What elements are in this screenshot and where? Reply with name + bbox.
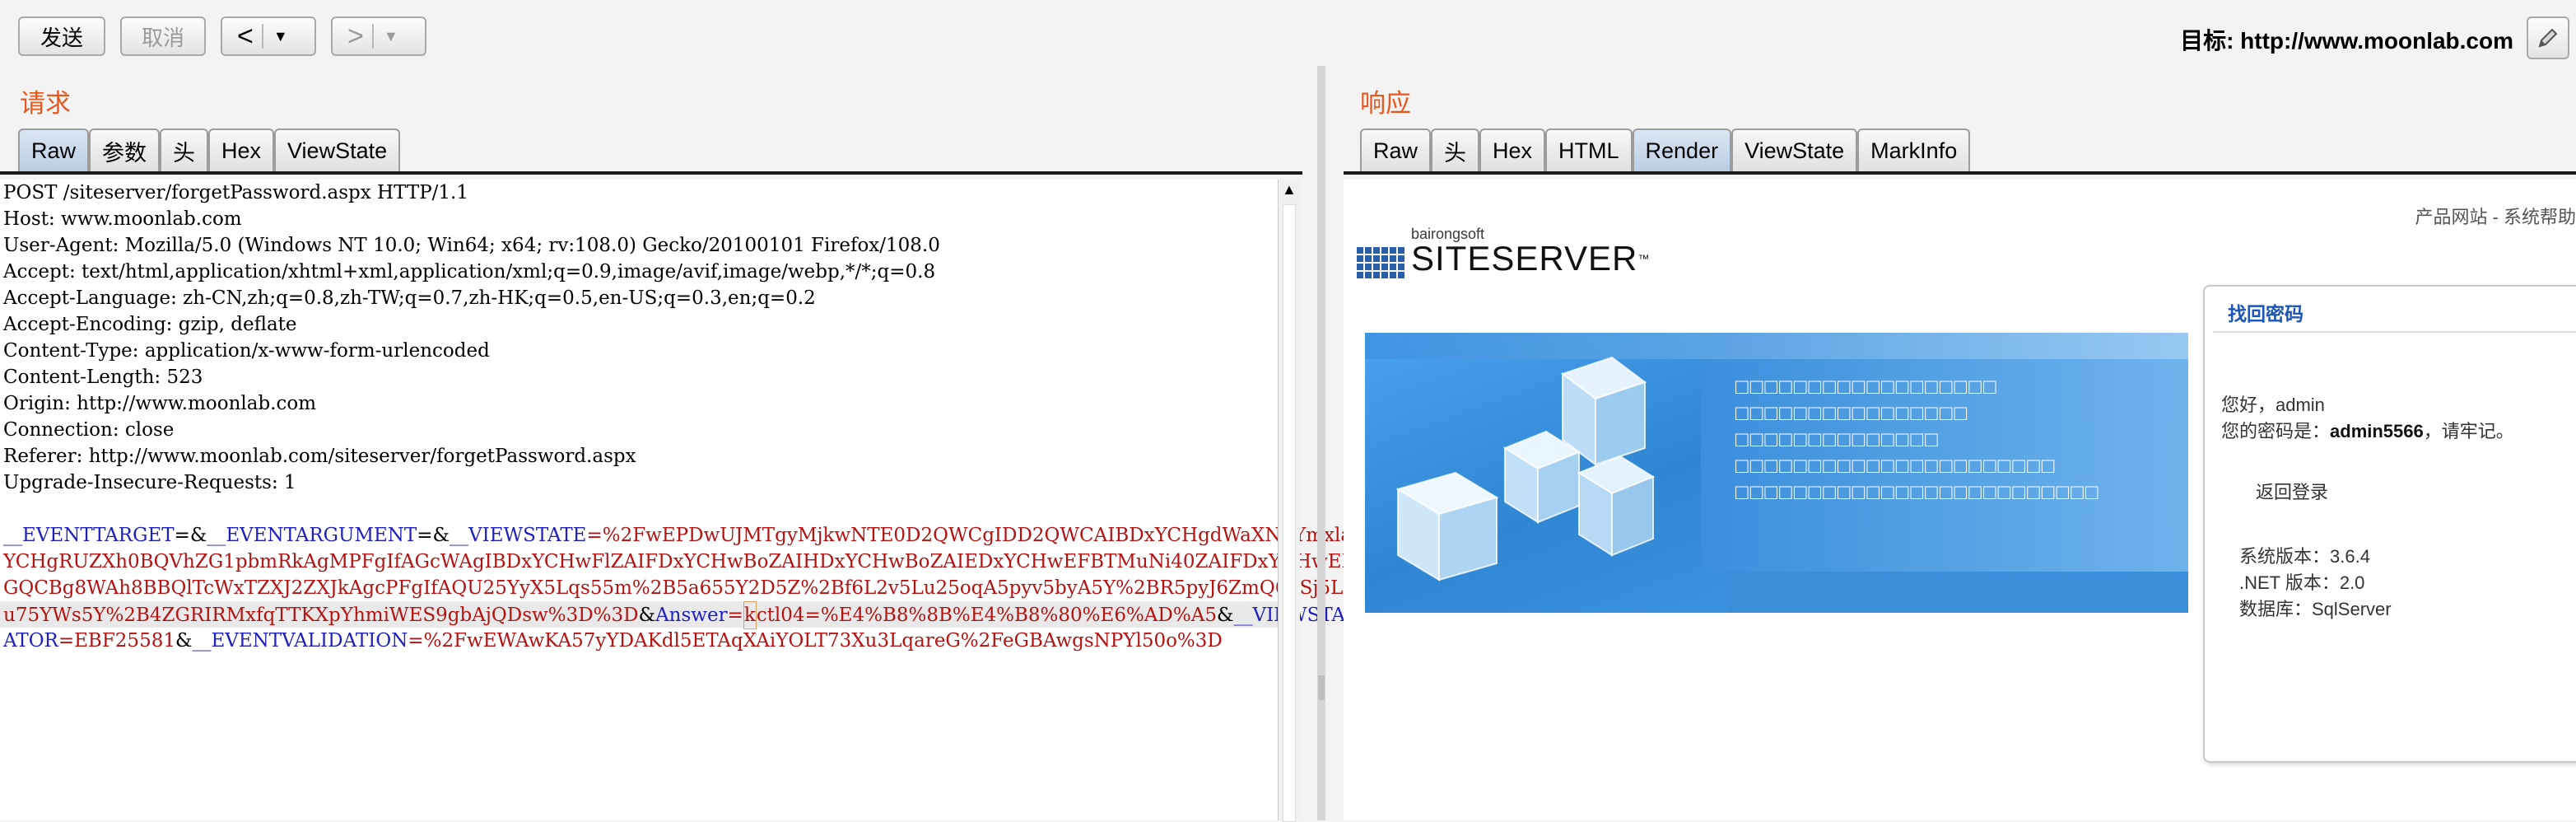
param-name: ATOR	[3, 630, 58, 652]
password-prefix: 您的密码是：	[2221, 421, 2331, 441]
header-line: Accept-Language: zh-CN,zh;q=0.8,zh-TW;q=…	[3, 287, 816, 309]
divider-grip[interactable]	[1318, 675, 1325, 700]
edit-target-button[interactable]	[2527, 16, 2569, 59]
send-button[interactable]: 发送	[18, 16, 105, 56]
panel-divider	[2213, 331, 2576, 333]
param-name: __EVENTVALIDATION	[192, 630, 408, 652]
tab-viewstate[interactable]: ViewState	[274, 128, 401, 171]
banner-text: □□□□□□□□□□□□□□□□□□□□□□	[1735, 453, 2057, 478]
param-value: u75YWs5Y%2B4ZGRIRMxfqTTKXpYhmiWES9gbAjQD…	[3, 605, 639, 626]
system-version: 系统版本：3.6.4	[2239, 546, 2370, 567]
database-info: 数据库：SqlServer	[2239, 599, 2392, 619]
password-line: 您的密码是：admin5566，请牢记。	[2221, 417, 2514, 443]
body-line: GQCBg8WAh8BBQlTcWxTZXJ2ZXJkAgcPFgIfAQU25…	[3, 577, 1344, 599]
banner-right	[1701, 333, 2188, 572]
header-line: Accept: text/html,application/xhtml+xml,…	[3, 261, 936, 283]
siteserver-logo: bairongsoft SITESERVER™	[1357, 226, 1650, 278]
target-label: 目标: http://www.moonlab.com	[2180, 28, 2513, 54]
forward-button[interactable]: > ▼	[331, 16, 426, 56]
param-value: =%2FwEWAwKA57yYDAKdl5ETAqXAiYOLT73Xu3Lqa…	[408, 630, 1223, 652]
header-line: Connection: close	[3, 419, 175, 441]
body-line: ATOR=EBF25581&__EVENTVALIDATION=%2FwEWAw…	[3, 628, 1223, 654]
separator: =&	[417, 525, 450, 546]
tab-viewstate[interactable]: ViewState	[1731, 128, 1858, 171]
scroll-up-icon[interactable]: ▲	[1282, 181, 1297, 198]
trademark: ™	[1637, 252, 1651, 265]
param-name: __EVENTTARGET	[3, 525, 175, 546]
request-scrollbar[interactable]: ▲	[1278, 180, 1300, 822]
tab-html[interactable]: HTML	[1545, 128, 1633, 171]
logo-product: SITESERVER	[1411, 239, 1638, 278]
tab-underline	[0, 171, 1302, 175]
password-panel: 找回密码 您好，admin 您的密码是：admin5566，请牢记。 返回登录 …	[2203, 285, 2576, 763]
param-name: Answer	[655, 605, 728, 626]
header-line: Content-Length: 523	[3, 367, 203, 388]
logo-mark-icon	[1357, 247, 1404, 278]
response-title: 响应	[1360, 89, 1411, 118]
tab-underline	[1344, 171, 2576, 175]
separator: &	[175, 630, 193, 652]
param-value: ctl04=%E4%B8%8B%E4%B8%80%E6%AD%A5	[756, 605, 1217, 626]
back-button[interactable]: < ▼	[221, 16, 316, 56]
panel-title: 找回密码	[2228, 303, 2303, 325]
tab-headers[interactable]: 头	[1431, 128, 1480, 171]
back-to-login-link[interactable]: 返回登录	[2256, 478, 2328, 504]
request-editor[interactable]: POST /siteserver/forgetPassword.aspx HTT…	[0, 180, 1470, 820]
request-line: POST /siteserver/forgetPassword.aspx HTT…	[3, 182, 469, 203]
separator: =	[727, 605, 743, 626]
param-value: =%2FwEPDwUJMTgyMjkwNTE0D2QWCgIDD2QWCAIBD…	[586, 525, 1471, 546]
forward-arrow-icon: >	[347, 21, 364, 52]
separator: &	[638, 605, 656, 626]
body-line: YCHgRUZXh0BQVhZG1pbmRkAgMPFgIfAGcWAgIBDx…	[3, 551, 1416, 572]
cubes-illustration	[1395, 356, 1656, 581]
chevron-down-icon[interactable]: ▼	[263, 28, 298, 45]
text-cursor: k	[743, 601, 757, 629]
param-name: __EVENTARGUMENT	[207, 525, 417, 546]
header-line: User-Agent: Mozilla/5.0 (Windows NT 10.0…	[3, 235, 940, 256]
param-name: __VIEWSTATE	[450, 525, 587, 546]
tab-markinfo[interactable]: MarkInfo	[1857, 128, 1971, 171]
body-line: u75YWs5Y%2B4ZGRIRMxfqTTKXpYhmiWES9gbAjQD…	[3, 601, 1444, 629]
password-suffix: ，请牢记。	[2423, 421, 2514, 441]
banner-text: □□□□□□□□□□□□□□	[1735, 427, 1940, 451]
header-line: Origin: http://www.moonlab.com	[3, 393, 317, 414]
response-tabs: Raw 头 Hex HTML Render ViewState MarkInfo	[1360, 128, 1971, 171]
request-title: 请求	[20, 89, 71, 118]
tab-raw[interactable]: Raw	[18, 128, 90, 171]
back-arrow-icon: <	[237, 21, 254, 52]
banner-text: □□□□□□□□□□□□□□□□□□	[1735, 374, 1998, 399]
tab-headers[interactable]: 头	[160, 128, 209, 171]
header-line: Content-Type: application/x-www-form-url…	[3, 340, 490, 362]
split-divider[interactable]	[1317, 66, 1325, 820]
banner-text: □□□□□□□□□□□□□□□□□□□□□□□□□	[1735, 479, 2100, 504]
chevron-down-icon[interactable]: ▼	[374, 28, 408, 45]
separator: =&	[174, 525, 207, 546]
body-line: __EVENTTARGET=&__EVENTARGUMENT=&__VIEWST…	[3, 522, 1470, 549]
password-value: admin5566	[2330, 421, 2424, 441]
banner-text: □□□□□□□□□□□□□□□□	[1735, 400, 1969, 425]
header-line: Referer: http://www.moonlab.com/siteserv…	[3, 446, 636, 467]
header-line: Host: www.moonlab.com	[3, 208, 242, 230]
param-value: =EBF25581	[58, 630, 175, 652]
tab-hex[interactable]: Hex	[1479, 128, 1546, 171]
request-tabs: Raw 参数 头 Hex ViewState	[18, 128, 401, 171]
tab-raw[interactable]: Raw	[1360, 128, 1432, 171]
banner-image: □□□□□□□□□□□□□□□□□□ □□□□□□□□□□□□□□□□ □□□□…	[1365, 333, 2188, 613]
cancel-button[interactable]: 取消	[120, 16, 206, 56]
scroll-track[interactable]	[1283, 204, 1296, 822]
header-line: Accept-Encoding: gzip, deflate	[3, 314, 297, 335]
tab-render[interactable]: Render	[1632, 128, 1732, 171]
pencil-icon	[2538, 28, 2558, 48]
render-view: 产品网站 - 系统帮助 bairongsoft SITESERVER™ □□□□…	[1344, 180, 2576, 820]
tab-params[interactable]: 参数	[89, 128, 161, 171]
greeting: 您好，admin	[2221, 395, 2325, 415]
header-line: Upgrade-Insecure-Requests: 1	[3, 472, 296, 493]
net-version: .NET 版本：2.0	[2239, 572, 2365, 593]
separator: &	[1216, 605, 1234, 626]
tab-hex[interactable]: Hex	[208, 128, 275, 171]
top-nav-links[interactable]: 产品网站 - 系统帮助	[2415, 203, 2576, 229]
